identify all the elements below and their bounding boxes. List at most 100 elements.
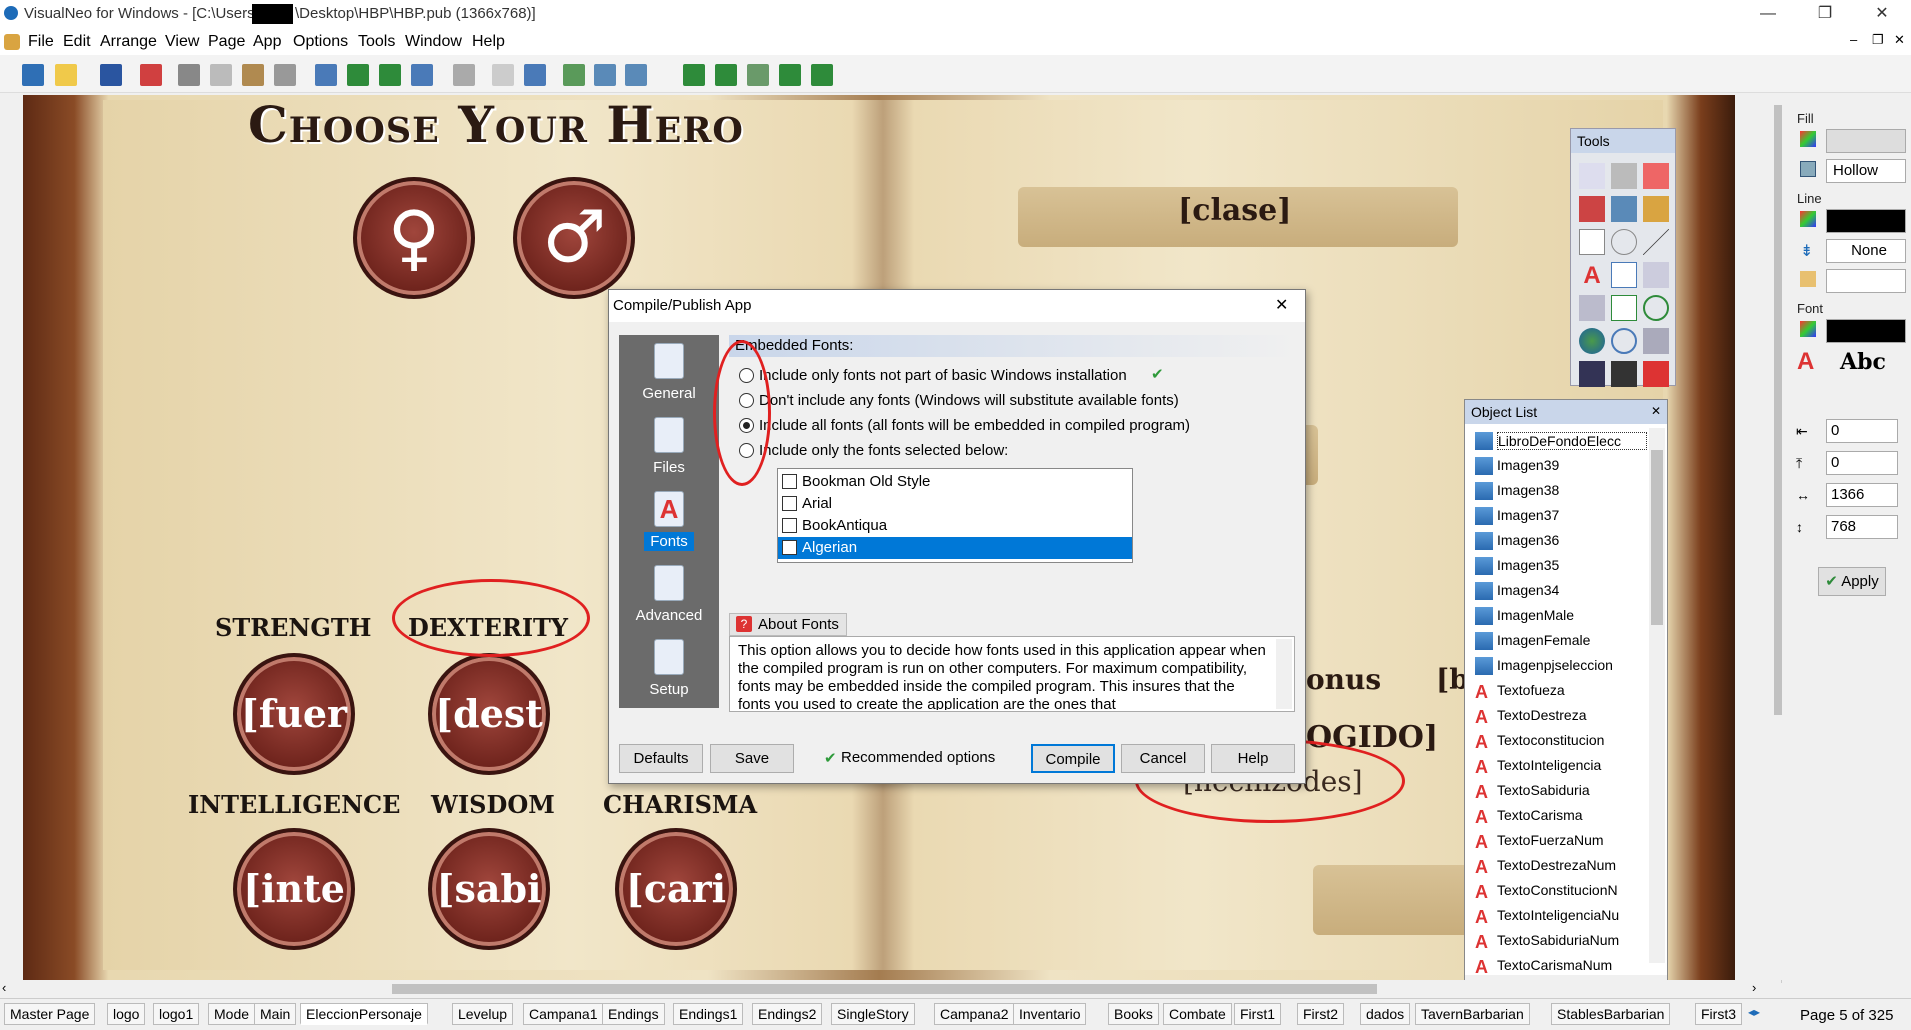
page-tab[interactable]: First2 xyxy=(1297,1003,1344,1025)
x-input[interactable]: 0 xyxy=(1826,419,1898,443)
font-checkbox[interactable] xyxy=(782,518,797,533)
object-list-item[interactable]: LibroDeFondoElecc xyxy=(1497,432,1647,450)
copy-icon[interactable] xyxy=(210,64,232,86)
page-tab[interactable]: Campana1 xyxy=(523,1003,604,1025)
page-tab[interactable]: First3 xyxy=(1695,1003,1742,1025)
menu-app[interactable]: App xyxy=(253,33,281,51)
compile-button[interactable]: Compile xyxy=(1031,744,1115,773)
option-basic-fonts[interactable]: Include only fonts not part of basic Win… xyxy=(739,365,1259,387)
object-list-item[interactable]: TextoSabiduriaNum xyxy=(1497,932,1647,948)
compile-icon[interactable] xyxy=(625,64,647,86)
line-style-select[interactable]: None xyxy=(1826,239,1906,263)
intelligence-value[interactable]: [inte xyxy=(233,828,355,950)
button-tool-icon[interactable] xyxy=(1579,196,1605,222)
pointer-tool-icon[interactable] xyxy=(1579,163,1605,189)
option-all-fonts[interactable]: Include all fonts (all fonts will be emb… xyxy=(739,415,1259,437)
line-color-select[interactable] xyxy=(1826,209,1906,233)
ellipse-tool-icon[interactable] xyxy=(1611,229,1637,255)
textbox-tool-icon[interactable] xyxy=(1643,163,1669,189)
canvas-vscrollbar[interactable] xyxy=(1773,93,1783,980)
charisma-value[interactable]: [cari xyxy=(615,828,737,950)
hscroll-thumb[interactable] xyxy=(392,984,1377,994)
close-window-button[interactable]: ✕ xyxy=(1859,0,1905,28)
scroll-left-icon[interactable]: ‹ xyxy=(2,980,6,995)
delete-icon[interactable] xyxy=(274,64,296,86)
run-icon[interactable] xyxy=(563,64,585,86)
cut-icon[interactable] xyxy=(178,64,200,86)
option-selected-fonts[interactable]: Include only the fonts selected below: xyxy=(739,440,1259,462)
page-tab[interactable]: Endings xyxy=(602,1003,665,1025)
object-list-close-icon[interactable]: ✕ xyxy=(1651,404,1661,418)
cancel-button[interactable]: Cancel xyxy=(1121,744,1205,773)
height-input[interactable]: 768 xyxy=(1826,515,1898,539)
width-input[interactable]: 1366 xyxy=(1826,483,1898,507)
select-all-icon[interactable] xyxy=(453,64,475,86)
font-sample[interactable]: Abc xyxy=(1826,349,1906,377)
object-list-item[interactable]: TextoCarisma xyxy=(1497,807,1647,823)
font-item-bookman[interactable]: Bookman Old Style xyxy=(778,471,1132,493)
menu-help[interactable]: Help xyxy=(472,33,505,51)
page-tab[interactable]: TavernBarbarian xyxy=(1415,1003,1530,1025)
wisdom-value[interactable]: [sabi xyxy=(428,828,550,950)
object-list-item[interactable]: TextoSabiduria xyxy=(1497,782,1647,798)
prev-page-icon[interactable] xyxy=(715,64,737,86)
object-list-item[interactable]: Imagen36 xyxy=(1497,532,1647,548)
menu-page[interactable]: Page xyxy=(208,33,245,51)
plugin-tool-icon[interactable] xyxy=(1643,361,1669,387)
font-checkbox[interactable] xyxy=(782,496,797,511)
menu-options[interactable]: Options xyxy=(293,33,348,51)
y-input[interactable]: 0 xyxy=(1826,451,1898,475)
fill-color-select[interactable] xyxy=(1826,129,1906,153)
about-fonts-scrollbar[interactable] xyxy=(1276,639,1292,709)
page-tab[interactable]: Campana2 xyxy=(934,1003,1015,1025)
object-list-item[interactable]: Imagen34 xyxy=(1497,582,1647,598)
menu-arrange[interactable]: Arrange xyxy=(100,33,157,51)
font-checkbox[interactable] xyxy=(782,540,797,555)
object-list-scrollbar[interactable] xyxy=(1649,428,1665,963)
tab-scroll-icon[interactable]: ◂▸ xyxy=(1748,1005,1760,1019)
object-list-item[interactable]: ImagenMale xyxy=(1497,607,1647,623)
mdi-minimize-icon[interactable]: – xyxy=(1850,32,1857,47)
mdi-restore-icon[interactable]: ❐ xyxy=(1872,32,1884,48)
input-tool-icon[interactable] xyxy=(1611,262,1637,288)
mdi-close-icon[interactable]: ✕ xyxy=(1894,32,1905,48)
menu-view[interactable]: View xyxy=(165,33,199,51)
object-list-scroll-thumb[interactable] xyxy=(1651,450,1663,625)
object-list-item[interactable]: Imagenpjseleccion xyxy=(1497,657,1647,673)
menu-file[interactable]: File xyxy=(28,33,54,51)
font-checkbox[interactable] xyxy=(782,474,797,489)
page-tab[interactable]: dados xyxy=(1360,1003,1411,1025)
font-item-algerian[interactable]: Algerian xyxy=(778,537,1132,559)
page-properties-icon[interactable] xyxy=(524,64,546,86)
strength-value[interactable]: [fuer xyxy=(233,653,355,775)
font-item-bookantiqua[interactable]: BookAntiqua xyxy=(778,515,1132,537)
object-list-item[interactable]: ImagenFemale xyxy=(1497,632,1647,648)
paste-icon[interactable] xyxy=(242,64,264,86)
image-tool-icon[interactable] xyxy=(1611,196,1637,222)
object-list-item[interactable]: TextoInteligenciaNu xyxy=(1497,907,1647,923)
male-button[interactable]: ♂ xyxy=(513,177,635,299)
canvas-hscrollbar[interactable]: ‹ › xyxy=(0,980,1765,998)
run-page-icon[interactable] xyxy=(594,64,616,86)
nav-general[interactable]: General xyxy=(619,343,719,402)
font-item-arial[interactable]: Arial xyxy=(778,493,1132,515)
object-list-item[interactable]: Textoconstitucion xyxy=(1497,732,1647,748)
page-tab[interactable]: Endings1 xyxy=(673,1003,744,1025)
object-list-item[interactable]: Imagen38 xyxy=(1497,482,1647,498)
group-icon[interactable] xyxy=(315,64,337,86)
rectangle-tool-icon[interactable] xyxy=(1579,229,1605,255)
page-tab[interactable]: Mode xyxy=(208,1003,256,1025)
maximize-button[interactable]: ❐ xyxy=(1802,0,1848,28)
brush-icon[interactable] xyxy=(140,64,162,86)
first-page-icon[interactable] xyxy=(683,64,705,86)
radio-tool-icon[interactable] xyxy=(1643,295,1669,321)
page-tab[interactable]: logo1 xyxy=(153,1003,200,1025)
object-list-item[interactable]: TextoCarismaNum xyxy=(1497,957,1647,973)
checkbox-tool-icon[interactable] xyxy=(1611,295,1637,321)
help-button[interactable]: Help xyxy=(1211,744,1295,773)
vscroll-thumb[interactable] xyxy=(1774,105,1782,715)
page-tab[interactable]: Inventario xyxy=(1013,1003,1087,1025)
bring-front-icon[interactable] xyxy=(347,64,369,86)
nav-fonts[interactable]: A Fonts xyxy=(619,491,719,551)
chart-tool-icon[interactable] xyxy=(1611,361,1637,387)
